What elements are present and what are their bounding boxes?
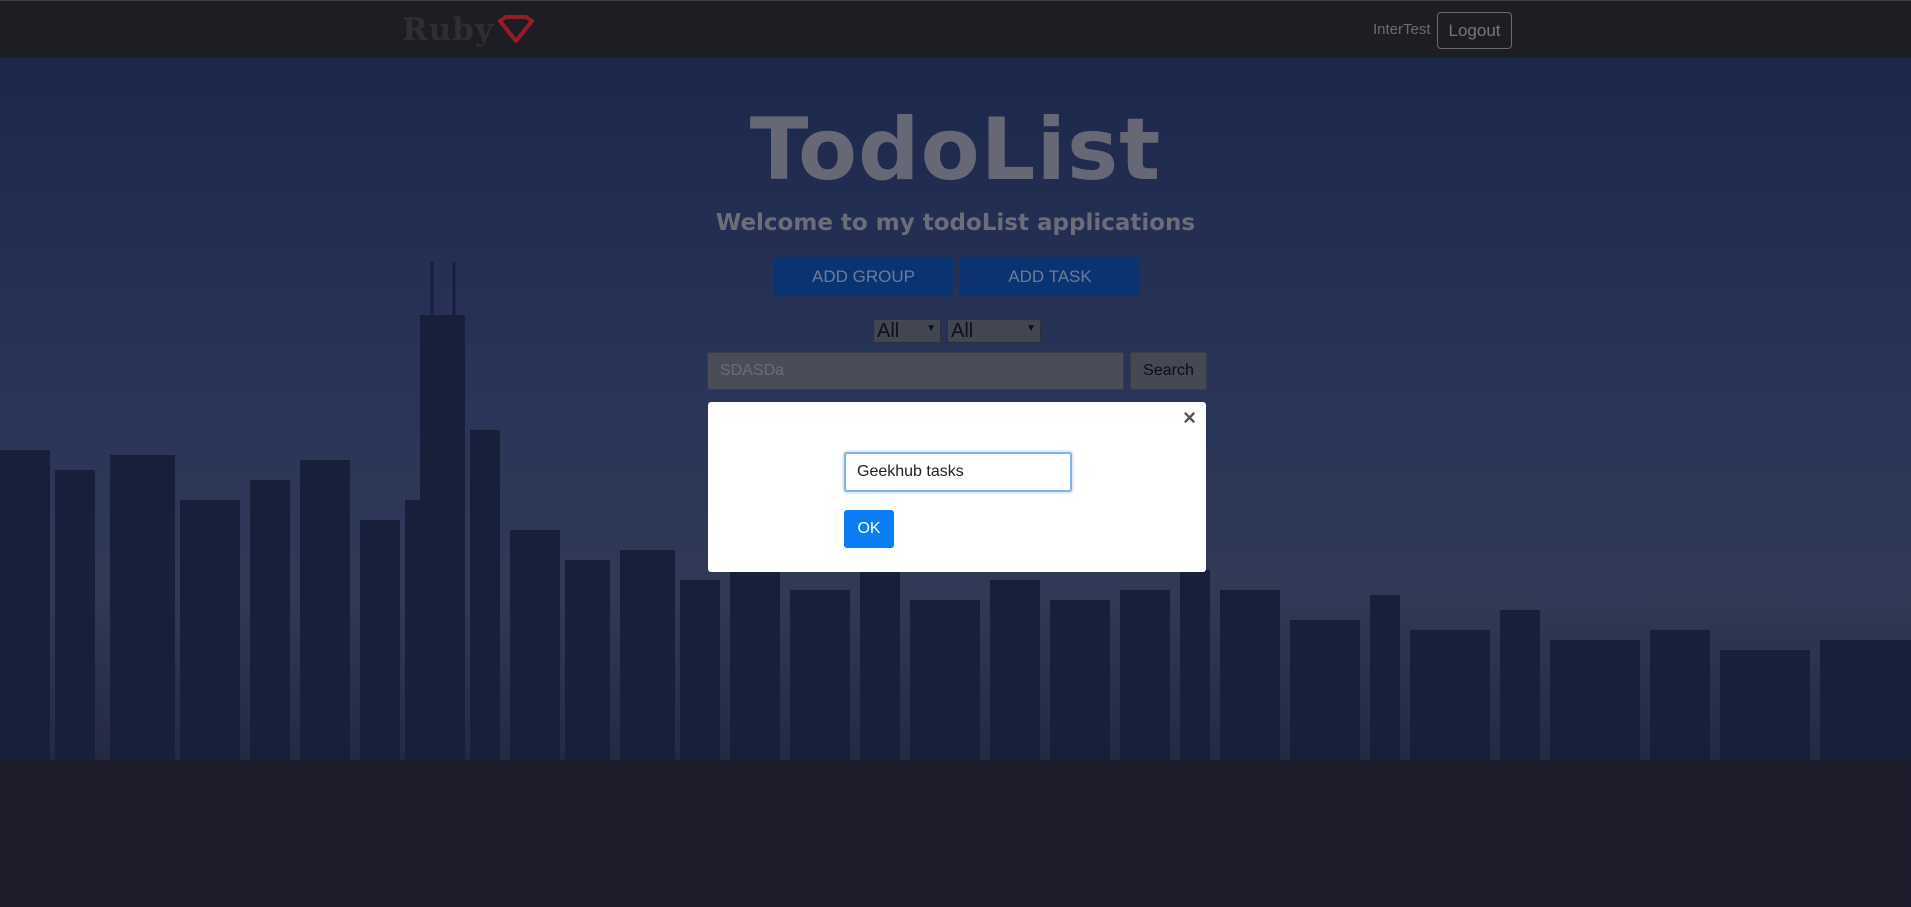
ok-button[interactable]: OK [844, 510, 894, 548]
group-name-input[interactable] [844, 452, 1072, 492]
add-group-modal: × OK [708, 402, 1206, 572]
close-icon[interactable]: × [1183, 407, 1196, 429]
